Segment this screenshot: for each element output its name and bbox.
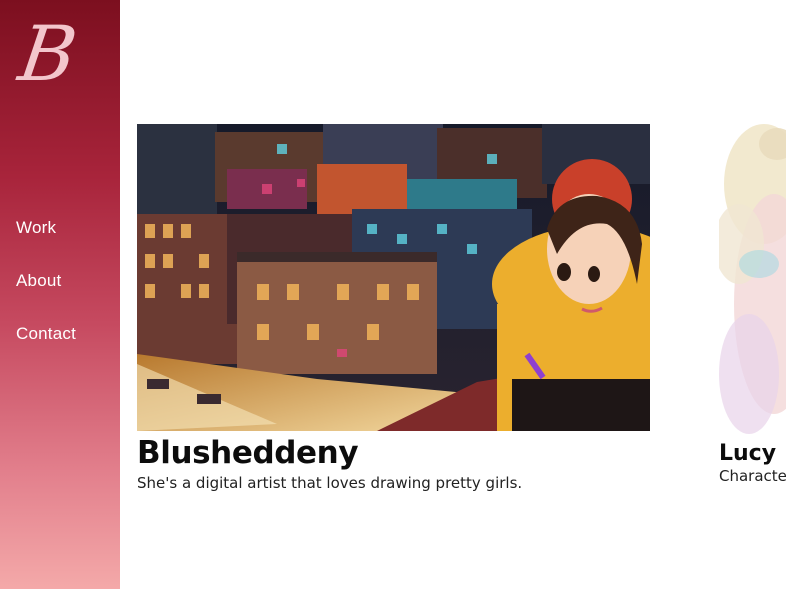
nav-item-work[interactable]: Work [16,217,76,270]
project-card-blusheddeny[interactable]: Blusheddeny She's a digital artist that … [137,124,651,492]
watercolor-illustration[interactable] [719,124,786,437]
logo-link[interactable]: B [12,9,84,98]
card-description: Characte [719,467,786,485]
nav-item-contact[interactable]: Contact [16,323,76,376]
card-description: She's a digital artist that loves drawin… [137,474,523,492]
project-card-lucy[interactable]: Lucy Characte [719,124,786,485]
illustration-image [137,124,650,431]
nav-item-about[interactable]: About [16,270,76,323]
logo-monogram: B [13,9,83,98]
sidebar: B Work About Contact [0,0,120,589]
card-title[interactable]: Lucy [719,439,786,469]
main-nav: Work About Contact [16,217,76,376]
card-title[interactable]: Blusheddeny [137,434,651,472]
city-night-illustration[interactable] [137,124,650,431]
illustration-image [719,124,786,437]
